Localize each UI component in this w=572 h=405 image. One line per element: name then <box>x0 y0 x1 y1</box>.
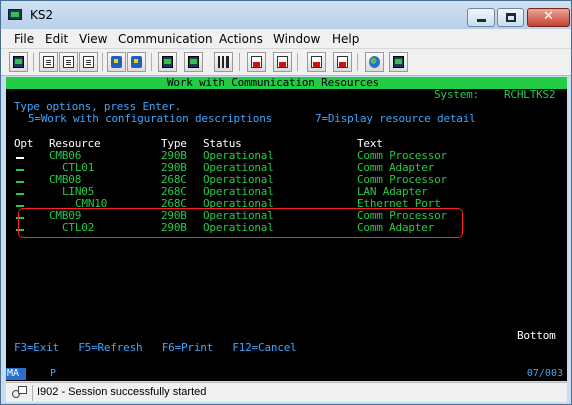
terminal-screen[interactable]: Work with Communication Resources System… <box>6 77 567 367</box>
session-mode-badge: MA <box>6 368 26 380</box>
window-title: KS2 <box>30 8 54 22</box>
menu-communication[interactable]: Communication <box>118 32 213 46</box>
macro-play-icon <box>277 56 288 68</box>
toolbar-separator <box>297 53 298 71</box>
menu-window[interactable]: Window <box>273 32 320 46</box>
title-bar[interactable]: KS2 ✕ <box>1 1 571 29</box>
toolbar-screen-button[interactable] <box>158 52 177 72</box>
screen-heading: Work with Communication Resources <box>167 76 379 89</box>
close-button[interactable]: ✕ <box>527 8 570 27</box>
toolbar-separator <box>102 53 103 71</box>
toolbar-bars-button[interactable] <box>214 52 233 72</box>
message-divider <box>32 385 33 401</box>
toolbar-display-button[interactable] <box>9 52 28 72</box>
toolbar-copy-button[interactable] <box>39 52 58 72</box>
option-7: 7=Display resource detail <box>315 112 476 125</box>
receive-icon <box>131 56 142 68</box>
col-opt: Opt <box>14 137 34 150</box>
operator-info-area: MA P 07/003 <box>6 367 567 381</box>
screen-icon <box>162 56 173 68</box>
toolbar-paste-button[interactable] <box>59 52 78 72</box>
send-icon <box>111 56 122 68</box>
keyboard-icon <box>188 56 199 68</box>
menu-file[interactable]: File <box>14 32 34 46</box>
paste-doc-icon <box>63 56 74 68</box>
bars-icon <box>218 56 229 68</box>
menu-help[interactable]: Help <box>332 32 359 46</box>
minimize-icon <box>477 19 486 22</box>
close-icon: ✕ <box>543 9 554 24</box>
toolbar-web-button[interactable] <box>365 52 384 72</box>
toolbar-separator <box>239 53 240 71</box>
menu-bar: File Edit View Communication Actions Win… <box>1 29 571 49</box>
cursor-position: 07/003 <box>526 368 563 379</box>
toolbar-connect-button[interactable] <box>389 52 408 72</box>
toolbar-separator <box>33 53 34 71</box>
bottom-label: Bottom <box>517 329 556 342</box>
function-keys[interactable]: F3=Exit F5=Refresh F6=Print F12=Cancel <box>14 342 297 354</box>
session-message: I902 - Session successfully started <box>37 386 207 398</box>
emulator-window: KS2 ✕ File Edit View Communication Actio… <box>0 0 572 405</box>
message-bar: I902 - Session successfully started <box>6 382 567 402</box>
macro-stop-icon <box>311 56 322 68</box>
option-5: 5=Work with configuration descriptions <box>28 112 273 125</box>
toolbar-macro-record-button[interactable] <box>247 52 266 72</box>
row-option-input[interactable] <box>16 150 24 162</box>
system-name: RCHLTKS2 <box>504 88 556 101</box>
toolbar-clipboard-button[interactable] <box>79 52 98 72</box>
system-label: System: <box>434 88 479 101</box>
toolbar-macro-edit-button[interactable] <box>333 52 352 72</box>
minimize-button[interactable] <box>467 8 495 27</box>
menu-edit[interactable]: Edit <box>45 32 68 46</box>
display-icon <box>13 56 24 68</box>
toolbar-separator <box>151 53 152 71</box>
toolbar-separator <box>357 53 358 71</box>
maximize-icon <box>506 13 516 22</box>
session-link-icon[interactable] <box>12 386 28 400</box>
macro-edit-icon <box>337 56 348 68</box>
toolbar-macro-stop-button[interactable] <box>307 52 326 72</box>
row-option-input[interactable] <box>16 186 24 198</box>
copy-doc-icon <box>43 56 54 68</box>
row-option-input[interactable] <box>16 162 24 174</box>
toolbar-receive-button[interactable] <box>127 52 146 72</box>
menu-actions[interactable]: Actions <box>219 32 263 46</box>
row-option-input[interactable] <box>16 174 24 186</box>
toolbar-macro-play-button[interactable] <box>273 52 292 72</box>
app-icon[interactable] <box>8 9 22 20</box>
toolbar-send-button[interactable] <box>107 52 126 72</box>
clipboard-icon <box>83 56 94 68</box>
maximize-button[interactable] <box>497 8 524 27</box>
menu-view[interactable]: View <box>79 32 107 46</box>
web-icon <box>369 56 380 68</box>
status-indicator: P <box>50 368 57 379</box>
toolbar <box>1 49 571 76</box>
macro-record-icon <box>251 56 262 68</box>
highlight-box <box>18 208 463 238</box>
connect-icon <box>393 56 404 68</box>
toolbar-keyboard-button[interactable] <box>184 52 203 72</box>
